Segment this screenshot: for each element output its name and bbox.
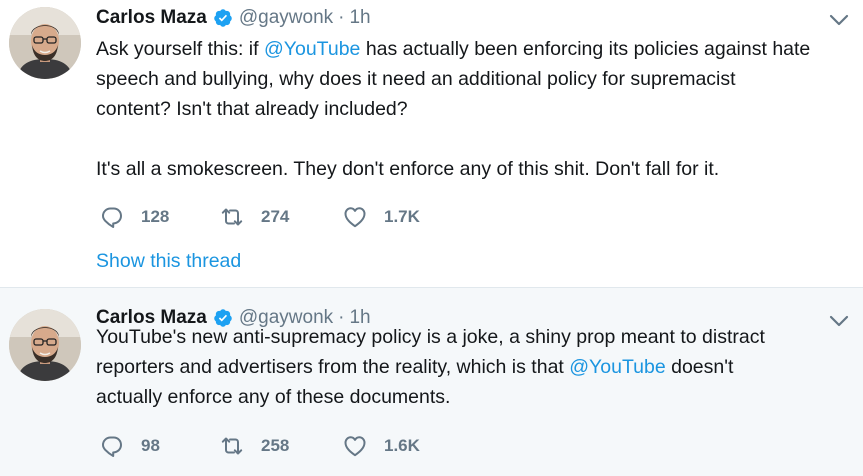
tweet-timestamp[interactable]: 1h (349, 7, 370, 29)
tweet-header: Carlos Maza @gaywonk · 1h (96, 5, 371, 31)
author-name[interactable]: Carlos Maza (96, 7, 207, 29)
avatar-image (9, 309, 81, 381)
reply-icon (100, 205, 124, 229)
like-count: 1.7K (384, 207, 420, 226)
text-segment: doesn't (665, 356, 734, 378)
retweet-count: 274 (261, 207, 290, 226)
retweet-button[interactable]: 258 (220, 434, 343, 458)
author-handle[interactable]: @gaywonk (239, 7, 333, 29)
retweet-icon (220, 205, 244, 229)
avatar[interactable] (9, 309, 81, 381)
reply-icon (100, 434, 124, 458)
tweet-text-line: actually enforce any of these documents. (96, 386, 451, 408)
mention-link[interactable]: @YouTube (569, 356, 665, 378)
show-thread-link[interactable]: Show this thread (96, 250, 241, 273)
tweet-text-line: reporters and advertisers from the reali… (96, 352, 856, 382)
reply-button[interactable]: 128 (100, 205, 220, 229)
tweet-text-line: YouTube's new anti-supremacy policy is a… (96, 326, 765, 348)
mention-link[interactable]: @YouTube (264, 38, 360, 60)
avatar-image (9, 7, 81, 79)
tweet-actions: 98 258 1.6K (100, 434, 463, 458)
chevron-down-icon[interactable] (829, 13, 849, 27)
tweet-text-line: Ask yourself this: if @YouTube has actua… (96, 34, 856, 64)
tweet-text: YouTube's new anti-supremacy policy is a… (96, 322, 856, 412)
reply-count: 98 (141, 436, 160, 455)
like-button[interactable]: 1.6K (343, 434, 463, 458)
tweet-text-line: content? Isn't that already included? (96, 98, 408, 120)
like-button[interactable]: 1.7K (343, 205, 463, 229)
separator-dot: · (338, 7, 345, 28)
heart-icon (343, 434, 367, 458)
text-segment: has actually been enforcing its policies… (360, 38, 811, 60)
retweet-count: 258 (261, 436, 290, 455)
retweet-button[interactable]: 274 (220, 205, 343, 229)
text-segment: reporters and advertisers from the reali… (96, 356, 570, 378)
like-count: 1.6K (384, 436, 420, 455)
tweet-text: Ask yourself this: if @YouTube has actua… (96, 34, 856, 184)
verified-badge-icon (213, 8, 233, 28)
tweet[interactable]: Carlos Maza @gaywonk · 1h YouTube's new … (0, 288, 863, 476)
tweet-text-line: It's all a smokescreen. They don't enfor… (96, 158, 720, 180)
heart-icon (343, 205, 367, 229)
avatar[interactable] (9, 7, 81, 79)
tweet[interactable]: Carlos Maza @gaywonk · 1h Ask yourself t… (0, 0, 863, 288)
reply-button[interactable]: 98 (100, 434, 220, 458)
text-segment: Ask yourself this: if (96, 38, 264, 60)
reply-count: 128 (141, 207, 170, 226)
tweet-actions: 128 274 1.7K (100, 205, 463, 229)
retweet-icon (220, 434, 244, 458)
tweet-text-line: speech and bullying, why does it need an… (96, 68, 736, 90)
